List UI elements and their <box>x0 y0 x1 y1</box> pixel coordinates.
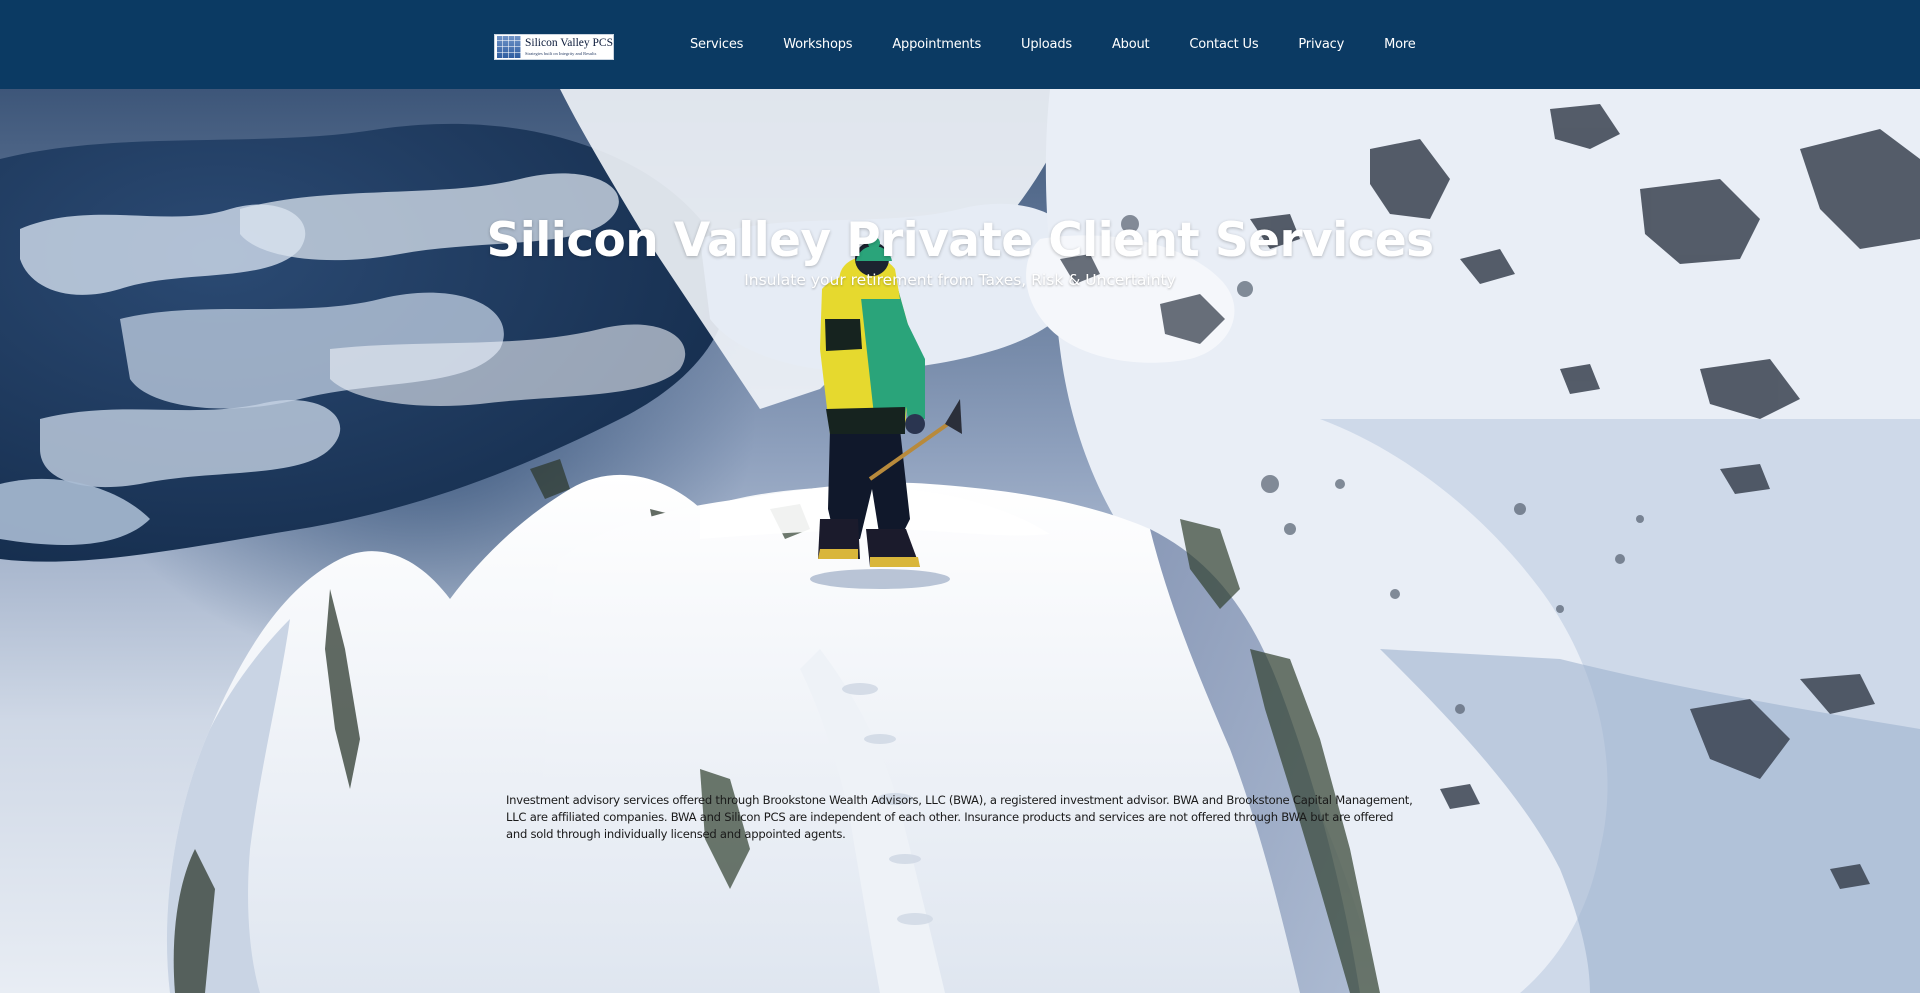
nav-services[interactable]: Services <box>670 37 763 52</box>
site-logo[interactable]: Silicon Valley PCS Strategies built on I… <box>494 34 614 60</box>
logo-title: Silicon Valley PCS <box>525 37 613 49</box>
logo-tagline: Strategies built on Integrity and Result… <box>525 50 597 56</box>
logo-text: Silicon Valley PCS Strategies built on I… <box>525 37 613 56</box>
nav-more[interactable]: More <box>1364 37 1435 52</box>
disclaimer-text: Investment advisory services offered thr… <box>506 793 1413 841</box>
hero-subtitle: Insulate your retirement from Taxes, Ris… <box>744 271 1176 289</box>
hero-title: Silicon Valley Private Client Services <box>486 213 1434 268</box>
hero-section: Silicon Valley Private Client Services I… <box>0 89 1920 993</box>
nav-about[interactable]: About <box>1092 37 1169 52</box>
nav-uploads[interactable]: Uploads <box>1001 37 1092 52</box>
site-header: Silicon Valley PCS Strategies built on I… <box>0 0 1920 89</box>
nav-privacy[interactable]: Privacy <box>1278 37 1364 52</box>
nav-contact-us[interactable]: Contact Us <box>1169 37 1278 52</box>
logo-grid-icon <box>497 36 521 58</box>
nav-workshops[interactable]: Workshops <box>763 37 872 52</box>
main-nav: Services Workshops Appointments Uploads … <box>670 0 1436 89</box>
nav-appointments[interactable]: Appointments <box>872 37 1001 52</box>
